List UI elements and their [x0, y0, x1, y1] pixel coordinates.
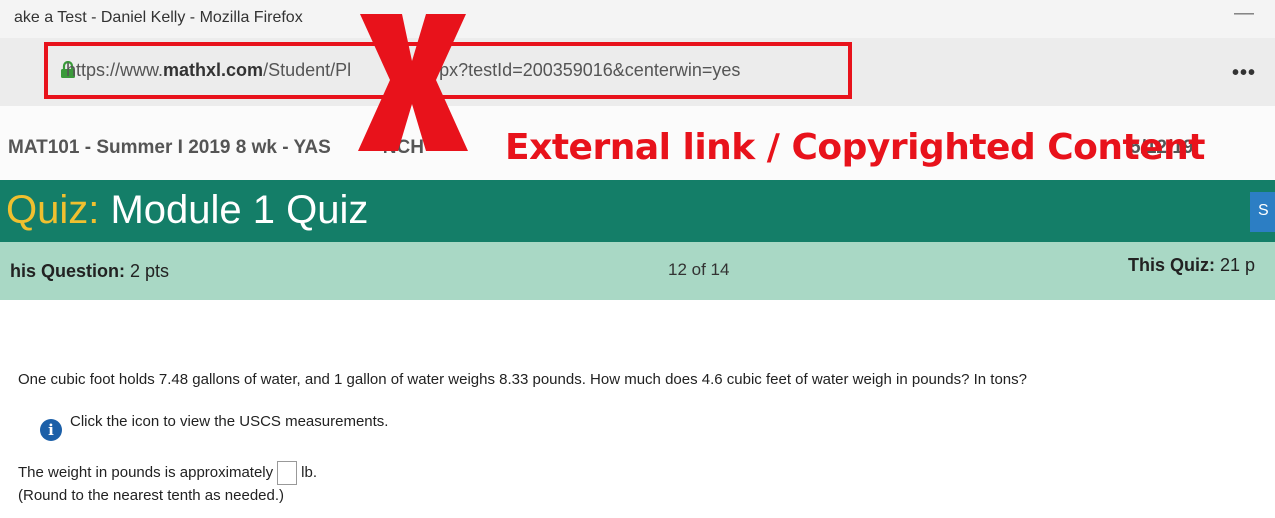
page-actions-button[interactable]: ••• [1232, 62, 1256, 85]
question-text: One cubic foot holds 7.48 gallons of wat… [18, 371, 1027, 388]
redaction-x-mark [358, 14, 468, 151]
question-content: One cubic foot holds 7.48 gallons of wat… [0, 300, 1275, 518]
save-button[interactable]: S [1250, 192, 1275, 232]
answer-input[interactable] [277, 461, 298, 485]
answer-line: The weight in pounds is approximately lb. [18, 461, 317, 485]
redaction-warning: External link / Copyrighted Content [505, 127, 1206, 168]
hint-text: Click the icon to view the USCS measurem… [70, 413, 389, 430]
question-points: his Question: 2 pts [10, 261, 170, 281]
window-titlebar: ake a Test - Daniel Kelly - Mozilla Fire… [0, 0, 1275, 38]
quiz-header: Quiz: Module 1 Quiz S [0, 180, 1275, 242]
window-title: ake a Test - Daniel Kelly - Mozilla Fire… [14, 9, 303, 26]
browser-navbar: https://www.mathxl.com/Student/Pl est.asp… [0, 38, 1275, 106]
quiz-title: Quiz: Module 1 Quiz [6, 188, 369, 232]
quiz-info-bar: his Question: 2 pts 12 of 14 This Quiz: … [0, 242, 1275, 300]
minimize-button[interactable]: — [1234, 2, 1254, 25]
question-progress: 12 of 14 [668, 260, 730, 279]
round-note: (Round to the nearest tenth as needed.) [18, 487, 285, 504]
info-icon[interactable]: i [40, 419, 62, 441]
quiz-points: This Quiz: 21 p [1128, 255, 1256, 275]
